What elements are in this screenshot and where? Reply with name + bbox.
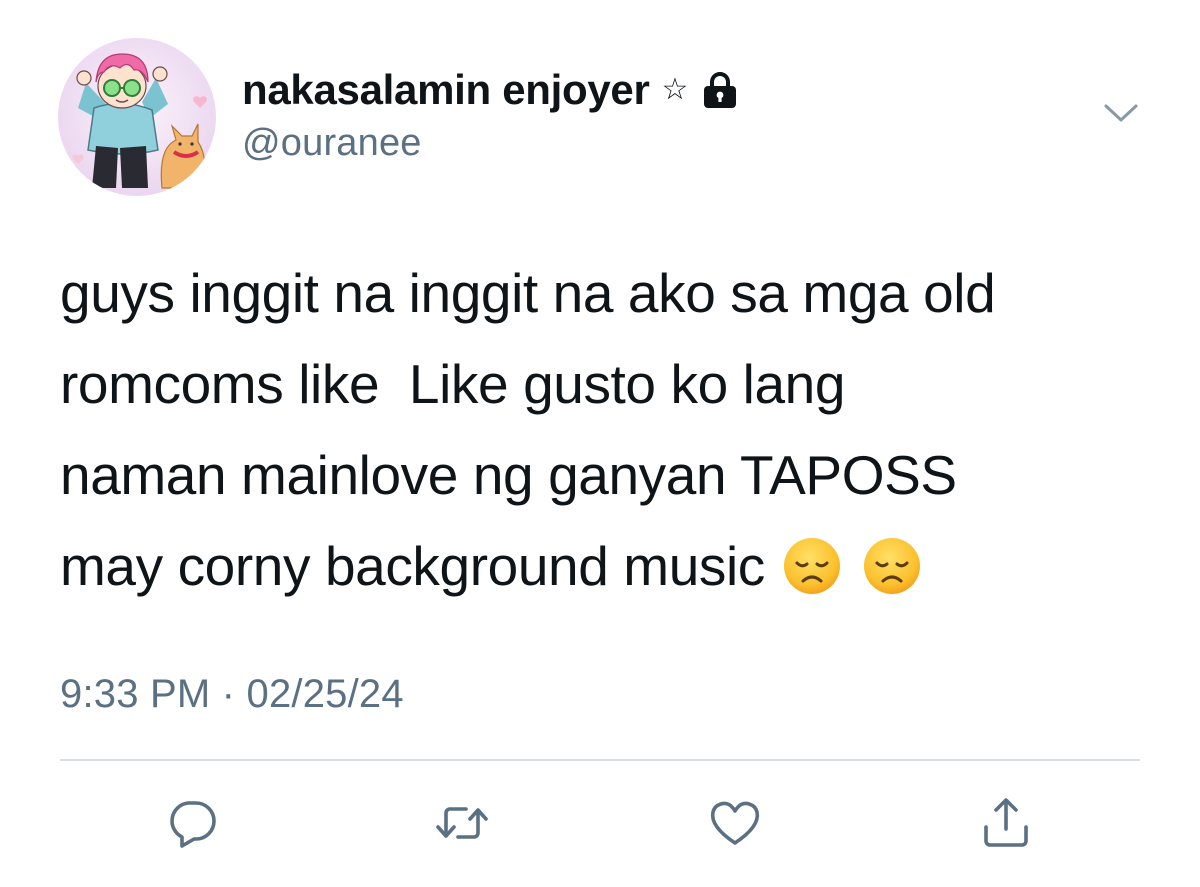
share-icon <box>984 798 1028 847</box>
tweet-timestamp[interactable]: 9:33 PM · 02/25/24 <box>60 672 404 717</box>
user-handle[interactable]: @ouranee <box>242 122 740 165</box>
heart-icon <box>710 801 760 845</box>
reply-icon <box>170 801 216 848</box>
disappointed-face-emoji-icon <box>863 531 921 594</box>
tweet: nakasalamin enjoyer ☆ @ouranee guys ingg… <box>0 0 1200 887</box>
retweet-icon <box>436 807 488 839</box>
tweet-text-line: may corny background music <box>60 535 765 597</box>
star-symbol: ☆ <box>661 72 689 107</box>
lock-icon <box>700 70 740 110</box>
tweet-text-line: naman mainlove ng ganyan TAPOSS <box>60 444 957 506</box>
tweet-text-line-with-emoji: may corny background music <box>60 521 1170 612</box>
avatar[interactable] <box>58 38 216 196</box>
reply-button[interactable] <box>164 795 220 851</box>
share-button[interactable] <box>978 795 1034 851</box>
tweet-text: guys inggit na inggit na ako sa mga old … <box>60 248 1170 612</box>
retweet-button[interactable] <box>434 795 490 851</box>
divider <box>60 759 1140 761</box>
user-identity: nakasalamin enjoyer ☆ @ouranee <box>242 64 740 165</box>
display-name[interactable]: nakasalamin enjoyer <box>242 66 650 114</box>
disappointed-face-emoji-icon <box>783 531 841 594</box>
tweet-text-line: romcoms like Like gusto ko lang <box>60 353 846 415</box>
avatar-image <box>72 53 207 189</box>
like-button[interactable] <box>707 795 763 851</box>
tweet-text-line: guys inggit na inggit na ako sa mga old <box>60 262 996 324</box>
chevron-down-icon[interactable] <box>1102 100 1140 126</box>
name-row: nakasalamin enjoyer ☆ <box>242 64 740 116</box>
